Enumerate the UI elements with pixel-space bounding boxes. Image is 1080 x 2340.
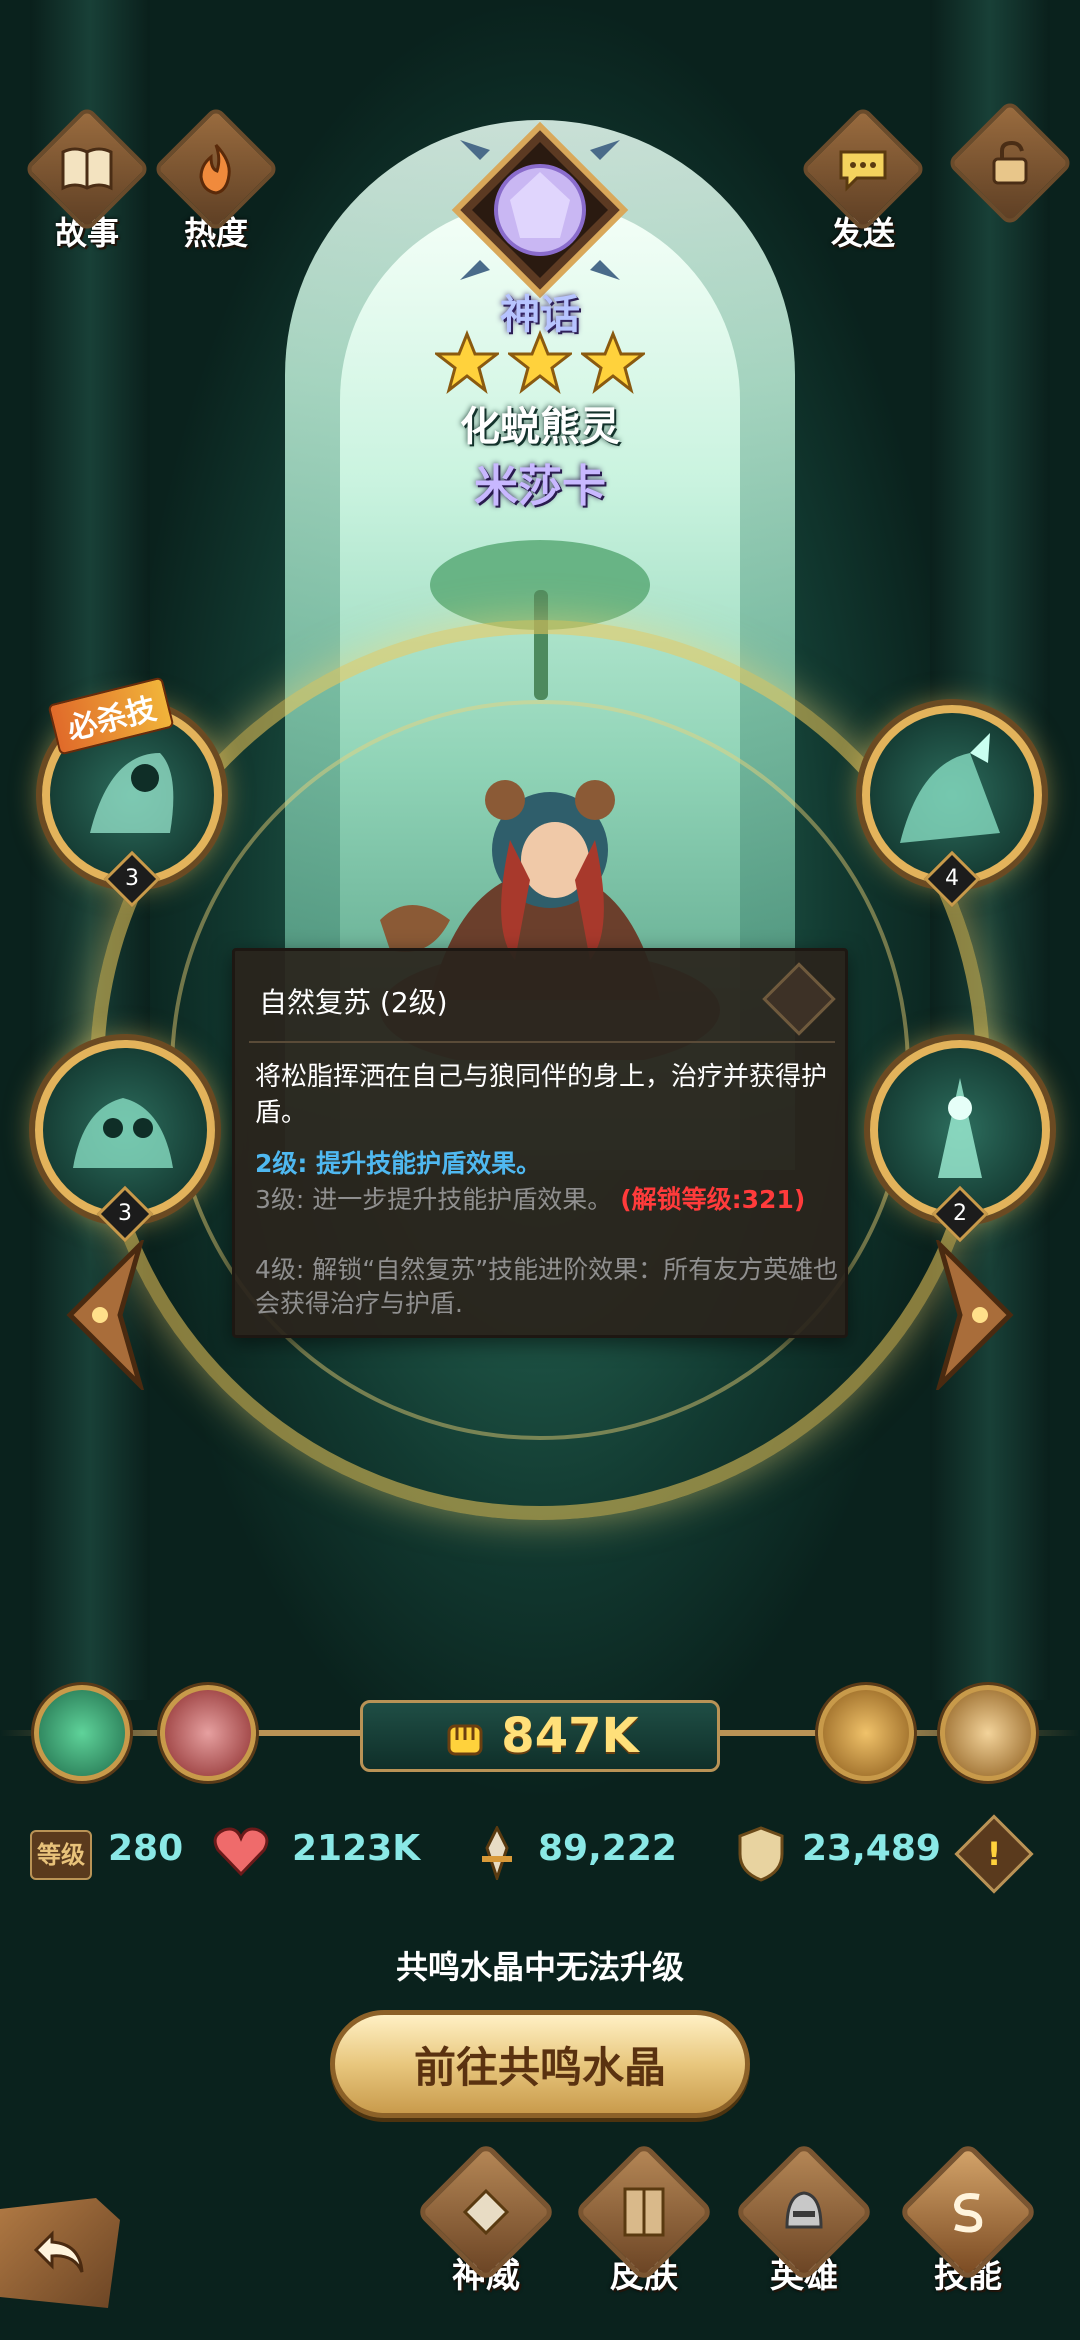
- hero-name: 米莎卡: [474, 461, 606, 512]
- skill-level-3-lock: (解锁等级:321): [620, 1185, 806, 1214]
- attack-value: 89,222: [538, 1828, 677, 1869]
- hero-title: 化蜕熊灵: [460, 404, 620, 450]
- skill-tooltip-title: 自然复苏 (2级): [259, 986, 448, 1019]
- go-resonance-crystal-button[interactable]: 前往共鸣水晶: [330, 2010, 750, 2118]
- hp-value: 2123K: [292, 1828, 421, 1869]
- fist-power-icon: [447, 1724, 483, 1756]
- skill-right-top[interactable]: 4: [862, 705, 1042, 908]
- skill-level-3-text: 3级: 进一步提升技能护盾效果。: [255, 1185, 613, 1214]
- skill-level-2-text: 2级: 提升技能护盾效果。: [255, 1149, 542, 1178]
- rarity-gem-emblem: [451, 121, 629, 299]
- heat-button[interactable]: 热度: [152, 105, 280, 254]
- power-value: 847K: [501, 1708, 639, 1764]
- fist-class-icon[interactable]: [160, 1685, 256, 1781]
- skill-tooltip: 自然复苏 (2级) 将松脂挥洒在自己与狼同伴的身上，治疗并获得护盾。 2级: 提…: [232, 948, 848, 1338]
- nav-skin[interactable]: 皮肤: [573, 2141, 715, 2297]
- power-display: 847K: [360, 1700, 720, 1772]
- artifact-icon[interactable]: [940, 1685, 1036, 1781]
- skill-level-3-row: 3级: 进一步提升技能护盾效果。 (解锁等级:321): [255, 1183, 845, 1217]
- nav-skill[interactable]: 技能: [897, 2141, 1039, 2297]
- previous-hero-arrow[interactable]: [60, 1240, 150, 1390]
- nav-divine[interactable]: 神威: [415, 2141, 557, 2297]
- skill-level-4-text: 4级: 解锁“自然复苏”技能进阶效果：所有友方英雄也会获得治疗与护盾.: [255, 1255, 839, 1318]
- star-rating: [435, 330, 645, 400]
- shield-equipment-icon[interactable]: [818, 1685, 914, 1781]
- nav-hero[interactable]: 英雄: [733, 2141, 875, 2297]
- level-value: 280: [108, 1828, 184, 1869]
- skill-right-bottom[interactable]: 2: [870, 1040, 1050, 1243]
- skill-description: 将松脂挥洒在自己与狼同伴的身上，治疗并获得护盾。: [255, 1062, 828, 1128]
- unlock-icon: [946, 99, 1074, 227]
- next-hero-arrow[interactable]: [930, 1240, 1020, 1390]
- star-icon: [581, 330, 645, 394]
- defense-value: 23,489: [802, 1828, 941, 1869]
- stat-info-button[interactable]: !: [954, 1814, 1034, 1894]
- game-screen: 故事 热度 发送 神话 化蜕熊灵 米莎卡 3 必杀技 3 4 2 自然复苏 (2…: [0, 0, 1080, 2340]
- lock-button[interactable]: [946, 99, 1074, 227]
- shield-defense-icon: [738, 1826, 784, 1882]
- exclamation-icon: !: [986, 1835, 1002, 1873]
- sword-attack-icon: [482, 1826, 512, 1880]
- star-icon: [435, 330, 499, 394]
- expand-arrows-icon[interactable]: [762, 962, 836, 1036]
- story-button[interactable]: 故事: [23, 105, 151, 254]
- divider: [249, 1041, 835, 1043]
- send-button[interactable]: 发送: [799, 105, 927, 254]
- heart-icon: [213, 1827, 269, 1877]
- back-arrow-icon: [33, 2230, 84, 2273]
- nature-faction-icon[interactable]: [34, 1685, 130, 1781]
- level-label: 等级: [30, 1830, 92, 1880]
- skill-left-bottom[interactable]: 3: [35, 1040, 215, 1243]
- back-button[interactable]: [0, 2198, 120, 2308]
- star-icon: [508, 330, 572, 394]
- upgrade-notice: 共鸣水晶中无法升级: [395, 1948, 684, 1986]
